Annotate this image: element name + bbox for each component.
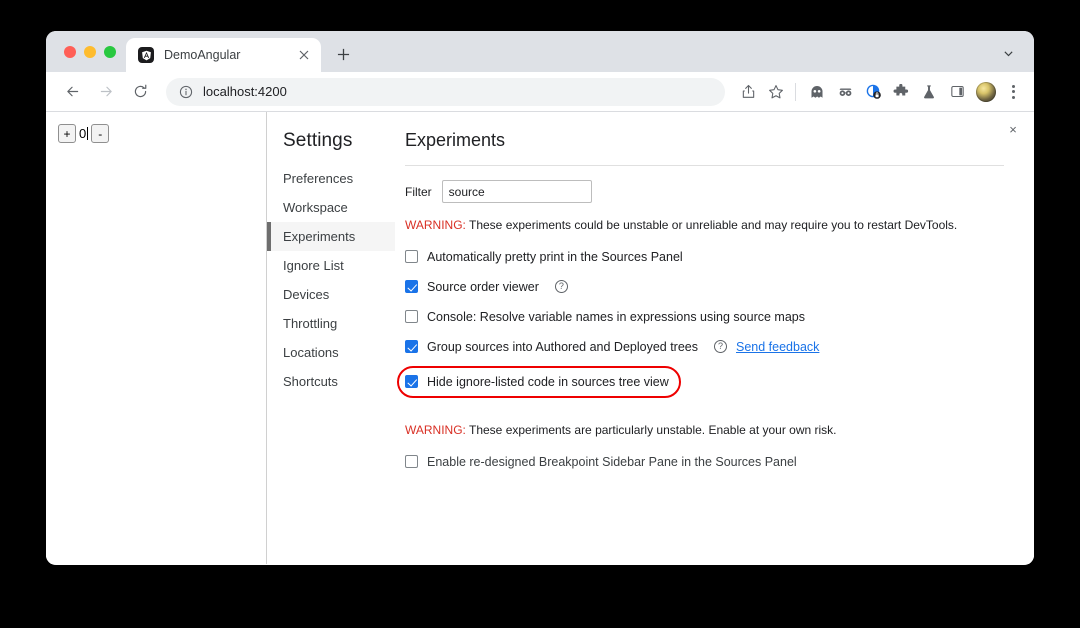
filter-row: Filter (405, 180, 1004, 203)
sidebar-item-locations[interactable]: Locations (267, 338, 395, 367)
experiment-row[interactable]: Group sources into Authored and Deployed… (405, 338, 1004, 356)
warning-tag: WARNING: (405, 422, 466, 437)
experiment-label: Console: Resolve variable names in expre… (427, 309, 805, 324)
warning-message-2: WARNING: These experiments are particula… (405, 422, 1004, 439)
send-feedback-link[interactable]: Send feedback (736, 340, 819, 354)
increment-button[interactable]: + (58, 124, 76, 143)
experiment-label: Hide ignore-listed code in sources tree … (427, 374, 669, 389)
sidebar-item-label: Locations (283, 345, 339, 360)
experiment-checkbox[interactable] (405, 340, 418, 354)
warning-tag: WARNING: (405, 218, 466, 232)
sidebar-item-workspace[interactable]: Workspace (267, 193, 395, 222)
browser-viewport: + 0 - × Settings Preferences Workspace E… (46, 112, 1034, 564)
experiment-row[interactable]: Source order viewer ? (405, 278, 1004, 296)
chevron-down-icon[interactable] (998, 43, 1018, 63)
sidebar-item-label: Shortcuts (283, 374, 338, 389)
experiment-row[interactable]: Enable re-designed Breakpoint Sidebar Pa… (405, 453, 1004, 471)
minimize-window-button[interactable] (84, 45, 96, 58)
tab-close-icon[interactable] (295, 46, 313, 64)
new-tab-button[interactable] (329, 40, 357, 68)
angular-logo-icon (138, 47, 154, 63)
forward-arrow-icon[interactable] (92, 78, 120, 106)
help-circle-icon[interactable]: ? (714, 340, 728, 354)
filter-input[interactable] (441, 180, 592, 203)
flask-experiments-icon[interactable] (916, 79, 942, 105)
sidebar-item-experiments[interactable]: Experiments (267, 222, 395, 251)
counter-widget: + 0 - (58, 124, 110, 143)
warning-text: These experiments could be unstable or u… (465, 218, 958, 232)
page-content: + 0 - (46, 112, 267, 564)
browser-toolbar: localhost:4200 (46, 72, 1034, 112)
back-arrow-icon[interactable] (58, 78, 86, 106)
toolbar-icons (733, 79, 1024, 105)
sidebar-item-label: Ignore List (283, 258, 344, 273)
sidebar-item-label: Devices (283, 287, 330, 302)
experiment-row[interactable]: Automatically pretty print in the Source… (405, 248, 1004, 266)
side-panel-icon[interactable] (944, 79, 970, 105)
maximize-window-button[interactable] (104, 45, 116, 58)
experiment-checkbox[interactable] (405, 250, 418, 264)
incognito-glasses-extension-icon[interactable] (832, 79, 858, 105)
counter-value-text: 0 (79, 126, 87, 141)
tab-title: DemoAngular (164, 48, 241, 62)
counter-value: 0 (76, 124, 91, 143)
browser-tab[interactable]: DemoAngular (126, 38, 321, 72)
experiment-label: Automatically pretty print in the Source… (427, 249, 683, 264)
window-controls (46, 31, 126, 72)
tab-strip: DemoAngular (46, 31, 1034, 72)
settings-title: Settings (283, 130, 353, 151)
address-bar-url: localhost:4200 (203, 84, 287, 99)
three-dot-menu-icon[interactable] (1002, 79, 1024, 105)
sidebar-item-label: Experiments (283, 229, 356, 244)
experiment-checkbox[interactable] (405, 280, 418, 294)
privacy-shield-extension-icon[interactable] (860, 79, 886, 105)
devtools-settings-dialog: × Settings Preferences Workspace Experim… (267, 112, 1034, 564)
reload-icon[interactable] (126, 78, 154, 106)
sidebar-item-label: Throttling (283, 316, 338, 331)
ghost-extension-icon[interactable] (804, 79, 830, 105)
experiment-checkbox[interactable] (405, 375, 418, 389)
experiment-checkbox[interactable] (405, 455, 418, 469)
address-bar[interactable]: localhost:4200 (166, 77, 725, 106)
experiment-checkbox[interactable] (405, 310, 418, 324)
warning-text: These experiments are particularly unsta… (465, 422, 837, 437)
sidebar-item-label: Preferences (283, 171, 354, 186)
sidebar-item-ignore-list[interactable]: Ignore List (267, 251, 395, 280)
sidebar-item-throttling[interactable]: Throttling (267, 309, 395, 338)
help-circle-icon[interactable]: ? (554, 280, 568, 294)
text-caret (87, 127, 89, 140)
profile-avatar[interactable] (976, 81, 996, 102)
unstable-experiments-list: Enable re-designed Breakpoint Sidebar Pa… (405, 453, 1004, 471)
filter-label: Filter (405, 184, 432, 199)
info-circle-icon[interactable] (178, 84, 194, 100)
share-icon[interactable] (735, 79, 761, 105)
experiment-label: Source order viewer (427, 279, 539, 294)
sidebar-item-shortcuts[interactable]: Shortcuts (267, 367, 395, 396)
page-title: Experiments (405, 130, 1004, 166)
toolbar-divider (795, 82, 796, 101)
experiment-label: Enable re-designed Breakpoint Sidebar Pa… (427, 454, 797, 469)
close-icon[interactable]: × (1002, 118, 1024, 140)
settings-sidebar: Settings Preferences Workspace Experimen… (267, 122, 395, 564)
settings-main-panel: Experiments Filter WARNING: These experi… (395, 122, 1034, 564)
sidebar-item-preferences[interactable]: Preferences (267, 164, 395, 193)
decrement-button[interactable]: - (91, 124, 110, 143)
bookmark-star-icon[interactable] (763, 79, 789, 105)
puzzle-extensions-icon[interactable] (888, 79, 914, 105)
browser-window: DemoAngular localhost:4200 + 0 - × Setti… (46, 31, 1034, 565)
close-window-button[interactable] (64, 45, 76, 58)
experiment-row[interactable]: Console: Resolve variable names in expre… (405, 308, 1004, 326)
experiment-label: Group sources into Authored and Deployed… (427, 339, 699, 354)
sidebar-item-label: Workspace (283, 200, 348, 215)
screenshot-root: DemoAngular localhost:4200 + 0 - × Setti… (0, 0, 1080, 628)
sidebar-item-devices[interactable]: Devices (267, 280, 395, 309)
warning-message-1: WARNING: These experiments could be unst… (405, 217, 1004, 234)
experiment-row-highlighted[interactable]: Hide ignore-listed code in sources tree … (397, 365, 681, 398)
experiments-list: Automatically pretty print in the Source… (397, 248, 1004, 398)
